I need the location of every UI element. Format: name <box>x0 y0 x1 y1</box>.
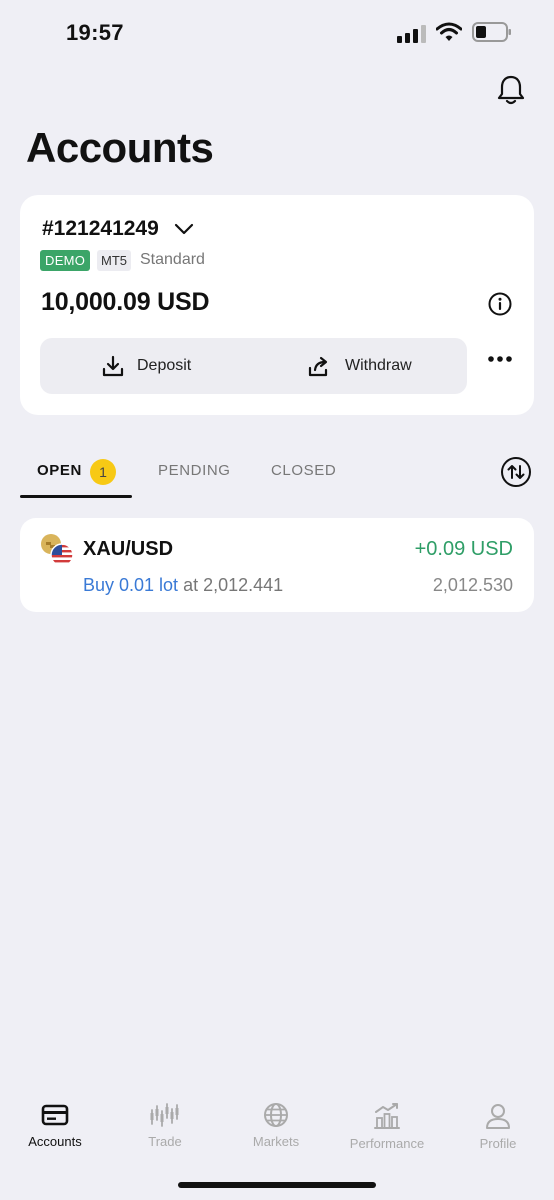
nav-markets-label: Markets <box>252 1134 300 1149</box>
profile-icon <box>486 1104 510 1129</box>
sort-icon[interactable] <box>500 456 532 488</box>
account-balance: 10,000.09 USD <box>41 288 210 316</box>
status-bar: 19:57 <box>0 0 554 64</box>
wifi-icon <box>436 22 462 41</box>
position-row[interactable]: XAU/USD +0.09 USD Buy 0.01 lot at 2,012.… <box>20 518 534 612</box>
battery-icon <box>472 22 511 42</box>
account-type: Standard <box>140 251 205 268</box>
nav-accounts-label: Accounts <box>28 1134 82 1149</box>
nav-performance-label: Performance <box>349 1136 425 1151</box>
nav-profile[interactable]: Profile <box>443 1090 553 1151</box>
active-tab-indicator <box>20 495 132 498</box>
share-out-icon <box>308 356 328 377</box>
download-icon <box>102 355 124 377</box>
performance-icon <box>374 1103 400 1129</box>
gold-usd-flag-icon <box>41 534 74 567</box>
bell-icon[interactable] <box>496 74 526 106</box>
demo-badge: DEMO <box>40 250 91 271</box>
page-title: Accounts <box>26 124 214 171</box>
deposit-label: Deposit <box>137 357 192 374</box>
open-price: at 2,012.441 <box>178 575 284 595</box>
accounts-icon <box>41 1104 69 1126</box>
position-pnl: +0.09 USD <box>414 538 513 560</box>
position-symbol: XAU/USD <box>83 538 174 560</box>
nav-accounts[interactable]: Accounts <box>0 1090 110 1149</box>
account-card: #121241249 DEMO MT5 Standard 10,000.09 U… <box>20 195 534 415</box>
nav-trade-label: Trade <box>148 1134 182 1149</box>
tab-pending[interactable]: PENDING <box>158 462 231 479</box>
signal-icon <box>397 25 426 43</box>
tab-closed[interactable]: CLOSED <box>271 462 336 479</box>
platform-badge: MT5 <box>97 250 131 271</box>
chevron-down-icon[interactable] <box>174 223 194 235</box>
nav-performance[interactable]: Performance <box>332 1090 442 1151</box>
current-price: 2,012.530 <box>432 575 513 595</box>
bottom-nav: Accounts Trade Markets Performance Profi… <box>0 1090 554 1160</box>
nav-profile-label: Profile <box>479 1136 517 1151</box>
nav-trade[interactable]: Trade <box>110 1090 220 1149</box>
positions-tabs: OPEN 1 PENDING CLOSED <box>0 444 554 502</box>
deposit-button[interactable]: Deposit <box>102 338 191 394</box>
home-indicator <box>178 1182 376 1188</box>
trade-icon <box>150 1103 179 1127</box>
order-details: Buy 0.01 lot at 2,012.441 <box>83 575 283 596</box>
account-actions: Deposit Withdraw <box>40 338 467 394</box>
status-time: 19:57 <box>66 20 124 45</box>
account-number[interactable]: #121241249 <box>42 217 159 241</box>
tab-open[interactable]: OPEN <box>37 462 82 479</box>
order-side: Buy 0.01 lot <box>83 575 179 595</box>
globe-icon <box>264 1103 288 1127</box>
info-icon[interactable] <box>488 292 512 316</box>
open-count-badge: 1 <box>90 459 116 485</box>
more-icon[interactable] <box>487 355 513 363</box>
withdraw-label: Withdraw <box>345 357 412 374</box>
nav-markets[interactable]: Markets <box>221 1090 331 1149</box>
withdraw-button[interactable]: Withdraw <box>308 338 412 394</box>
